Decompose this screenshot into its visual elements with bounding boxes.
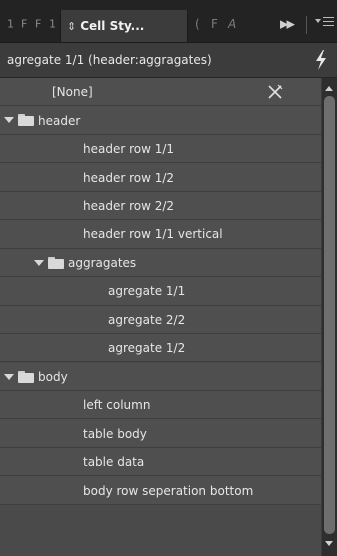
tab-divider — [306, 16, 307, 34]
tab-label: Cell Sty... — [80, 19, 145, 33]
lightning-bolt-icon[interactable] — [314, 49, 328, 71]
style-group-row[interactable]: header — [0, 106, 321, 135]
style-group-row[interactable]: aggragates — [0, 248, 321, 278]
truncated-tab[interactable]: A — [228, 17, 236, 31]
collapsed-tab[interactable]: 1 — [7, 18, 14, 31]
folder-icon — [48, 256, 64, 269]
style-row[interactable]: header row 2/2 — [0, 191, 321, 221]
style-label: agregate 1/2 — [108, 341, 186, 356]
style-group-label: header — [38, 113, 81, 128]
style-label: header row 1/1 vertical — [83, 227, 223, 242]
style-group-label: body — [38, 369, 68, 384]
folder-icon — [18, 114, 34, 127]
style-row[interactable]: left column — [0, 390, 321, 420]
scroll-down-icon[interactable] — [325, 541, 333, 546]
style-row[interactable]: agregate 1/1 — [0, 277, 321, 306]
current-style-label: agregate 1/1 (header:aggragates) — [7, 53, 212, 67]
style-row[interactable]: [None] — [0, 78, 321, 107]
style-row[interactable]: table data — [0, 447, 321, 477]
scroll-up-icon[interactable] — [325, 86, 333, 91]
style-label: header row 1/1 — [83, 142, 175, 157]
style-row[interactable]: body row seperation bottom — [0, 476, 321, 505]
collapsed-tab[interactable]: F — [21, 18, 27, 31]
style-row[interactable]: agregate 2/2 — [0, 305, 321, 335]
style-row[interactable]: table body — [0, 419, 321, 448]
style-row[interactable]: agregate 1/2 — [0, 334, 321, 363]
up-down-arrows-icon: ⇕ — [67, 19, 77, 33]
style-label: table body — [83, 426, 147, 441]
panel-menu-icon[interactable] — [314, 12, 334, 34]
collapsed-tab[interactable]: 1 — [49, 18, 56, 31]
folder-icon — [18, 370, 34, 383]
style-row[interactable]: header row 1/1 — [0, 134, 321, 164]
style-group-row[interactable]: body — [0, 362, 321, 391]
style-label: table data — [83, 455, 145, 470]
style-label: agregate 2/2 — [108, 312, 186, 327]
truncated-tab[interactable]: F — [211, 17, 218, 31]
style-label: header row 2/2 — [83, 199, 175, 214]
clear-override-icon[interactable] — [266, 83, 284, 101]
style-row[interactable]: header row 1/1 vertical — [0, 220, 321, 249]
disclosure-triangle-icon[interactable] — [4, 373, 14, 380]
collapsed-tab[interactable]: F — [35, 18, 41, 31]
vertical-scrollbar[interactable] — [322, 78, 337, 556]
cell-style-list: [None] header header row 1/1 header row 1/2… — [0, 78, 321, 556]
scroll-thumb[interactable] — [324, 96, 335, 534]
disclosure-triangle-icon[interactable] — [4, 117, 14, 124]
style-label: agregate 1/1 — [108, 284, 186, 299]
double-chevron-right-icon[interactable]: ▶▶ — [280, 18, 295, 31]
style-group-label: aggragates — [68, 255, 137, 270]
current-style-bar: agregate 1/1 (header:aggragates) — [0, 43, 337, 78]
style-label: body row seperation bottom — [83, 483, 254, 498]
panel-tab-bar: 1 F F 1 ⇕ Cell Sty... ( F A ▶▶ — [0, 0, 337, 43]
style-label: left column — [83, 398, 151, 413]
tab-cell-styles[interactable]: ⇕ Cell Sty... — [60, 10, 188, 42]
disclosure-triangle-icon[interactable] — [34, 259, 44, 266]
style-row[interactable]: header row 1/2 — [0, 163, 321, 192]
truncated-tab[interactable]: ( — [195, 17, 200, 31]
style-label: header row 1/2 — [83, 170, 175, 185]
style-label: [None] — [52, 85, 93, 100]
